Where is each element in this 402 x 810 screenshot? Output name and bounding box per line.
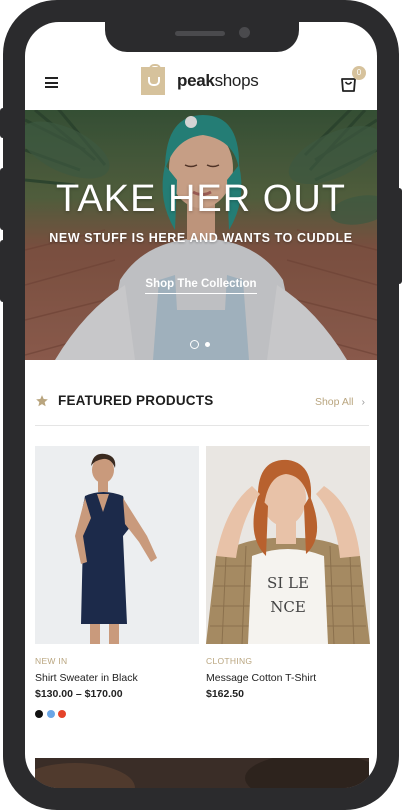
product-price: $130.00 – $170.00 — [35, 688, 123, 700]
swatch-black[interactable] — [35, 710, 43, 718]
carousel-dot-2[interactable] — [205, 342, 210, 347]
logo[interactable]: peakshops — [141, 64, 259, 96]
hero-subtitle: NEW STUFF IS HERE AND WANTS TO CUDDLE — [49, 231, 353, 245]
front-camera — [239, 27, 250, 38]
carousel-dot-1[interactable] — [190, 340, 199, 349]
next-banner-image[interactable] — [35, 758, 369, 788]
swatch-blue[interactable] — [46, 710, 55, 718]
shop-collection-link[interactable]: Shop The Collection — [25, 278, 377, 294]
logo-text: peakshops — [177, 71, 259, 90]
shop-all-link[interactable]: Shop All › — [315, 396, 365, 408]
mute-switch — [0, 108, 6, 138]
product-image[interactable]: SI LE NCE — [206, 446, 370, 644]
color-swatches — [35, 710, 199, 718]
product-category: NEW IN — [35, 656, 68, 666]
section-title: FEATURED PRODUCTS — [58, 393, 214, 408]
hero-title: TAKE HER OUT — [56, 178, 346, 220]
swatch-red[interactable] — [58, 710, 66, 718]
chevron-right-icon: › — [361, 396, 366, 408]
product-card[interactable]: SI LE NCE CLOTHING Message Cotton T-Shir… — [206, 446, 370, 700]
carousel-dots — [190, 340, 216, 349]
svg-text:NCE: NCE — [270, 598, 306, 616]
product-name[interactable]: Message Cotton T-Shirt — [206, 672, 370, 684]
cart-button[interactable]: 0 — [340, 66, 366, 96]
product-card[interactable]: NEW IN Shirt Sweater in Black $130.00 – … — [35, 446, 199, 718]
star-icon — [36, 395, 48, 407]
cart-count-badge: 0 — [352, 66, 366, 80]
svg-text:SI LE: SI LE — [267, 574, 309, 592]
logo-bag-icon — [141, 64, 165, 95]
speaker-grille — [175, 31, 225, 36]
product-category: CLOTHING — [206, 656, 253, 666]
volume-down-button — [0, 240, 6, 302]
product-image[interactable] — [35, 446, 199, 644]
hamburger-icon[interactable] — [45, 77, 58, 88]
product-name[interactable]: Shirt Sweater in Black — [35, 672, 199, 684]
power-button — [396, 188, 402, 284]
phone-notch — [105, 22, 299, 52]
product-price: $162.50 — [206, 688, 244, 700]
featured-products-header: FEATURED PRODUCTS Shop All › — [35, 388, 369, 426]
app-header: peakshops 0 — [25, 58, 377, 108]
volume-up-button — [0, 168, 6, 230]
app-screen: peakshops 0 TAKE HER OUT NEW STUFF IS HE… — [25, 22, 377, 788]
hero-banner: TAKE HER OUT NEW STUFF IS HERE AND WANTS… — [25, 110, 377, 360]
